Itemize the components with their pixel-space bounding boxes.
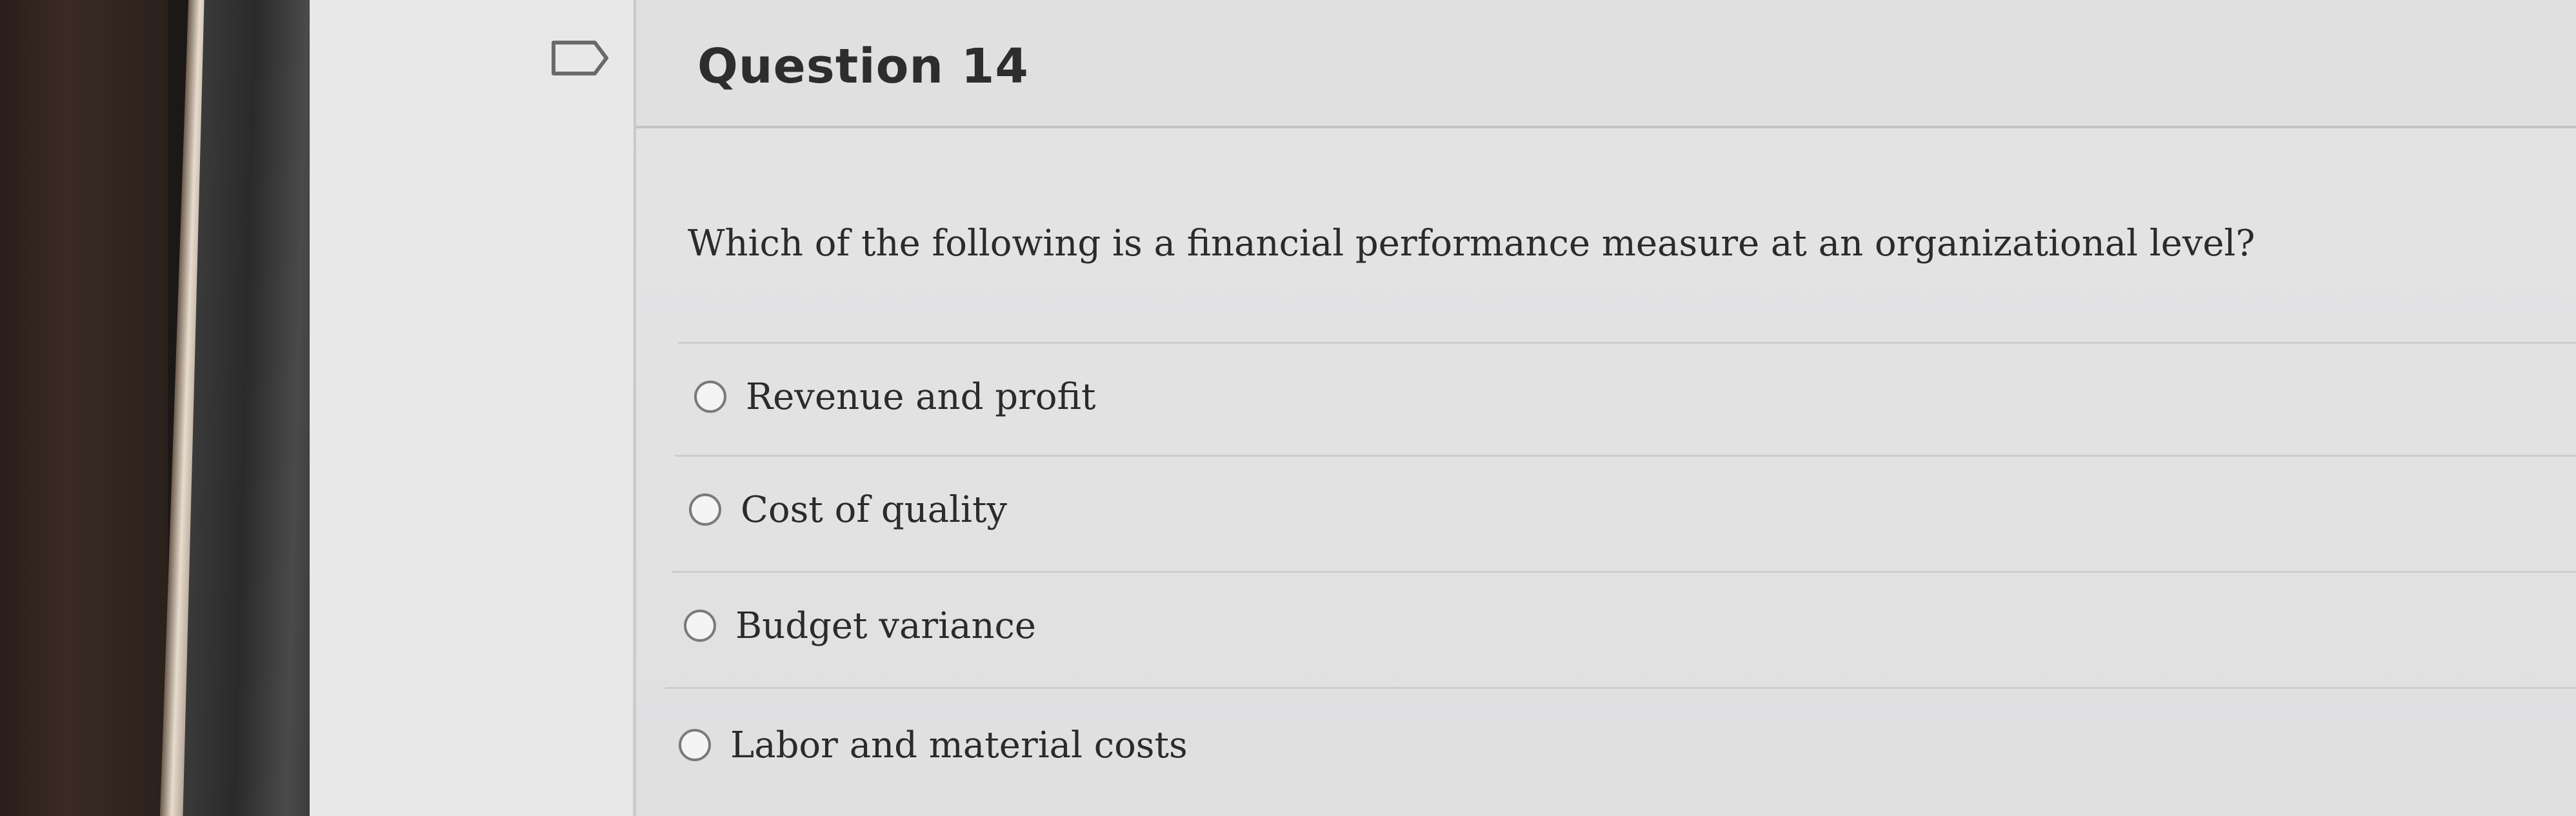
question-header: Question 14 bbox=[636, 0, 2576, 128]
answer-option[interactable]: Cost of quality bbox=[689, 481, 1007, 539]
option-label[interactable]: Budget variance bbox=[735, 605, 1036, 647]
question-card: Question 14 Which of the following is a … bbox=[634, 0, 2576, 816]
radio-button[interactable] bbox=[689, 493, 721, 526]
option-label[interactable]: Cost of quality bbox=[741, 489, 1007, 531]
question-title: Question 14 bbox=[697, 39, 1029, 94]
photo-of-screen: Question 14 Which of the following is a … bbox=[0, 0, 2576, 816]
radio-button[interactable] bbox=[679, 729, 711, 761]
answer-option[interactable]: Revenue and profit bbox=[694, 368, 1095, 426]
background-surface bbox=[0, 0, 168, 816]
option-label[interactable]: Revenue and profit bbox=[746, 376, 1095, 418]
answer-option[interactable]: Budget variance bbox=[684, 597, 1036, 655]
answer-option[interactable]: Labor and material costs bbox=[679, 716, 1188, 774]
flag-outline-icon[interactable] bbox=[550, 39, 611, 77]
radio-button[interactable] bbox=[684, 610, 716, 642]
divider bbox=[678, 342, 2576, 344]
question-gutter bbox=[310, 0, 632, 816]
radio-button[interactable] bbox=[694, 381, 726, 413]
divider bbox=[675, 455, 2576, 457]
divider bbox=[672, 571, 2576, 573]
option-label[interactable]: Labor and material costs bbox=[730, 724, 1188, 766]
divider bbox=[665, 687, 2576, 689]
question-text: Which of the following is a financial pe… bbox=[688, 223, 2255, 264]
